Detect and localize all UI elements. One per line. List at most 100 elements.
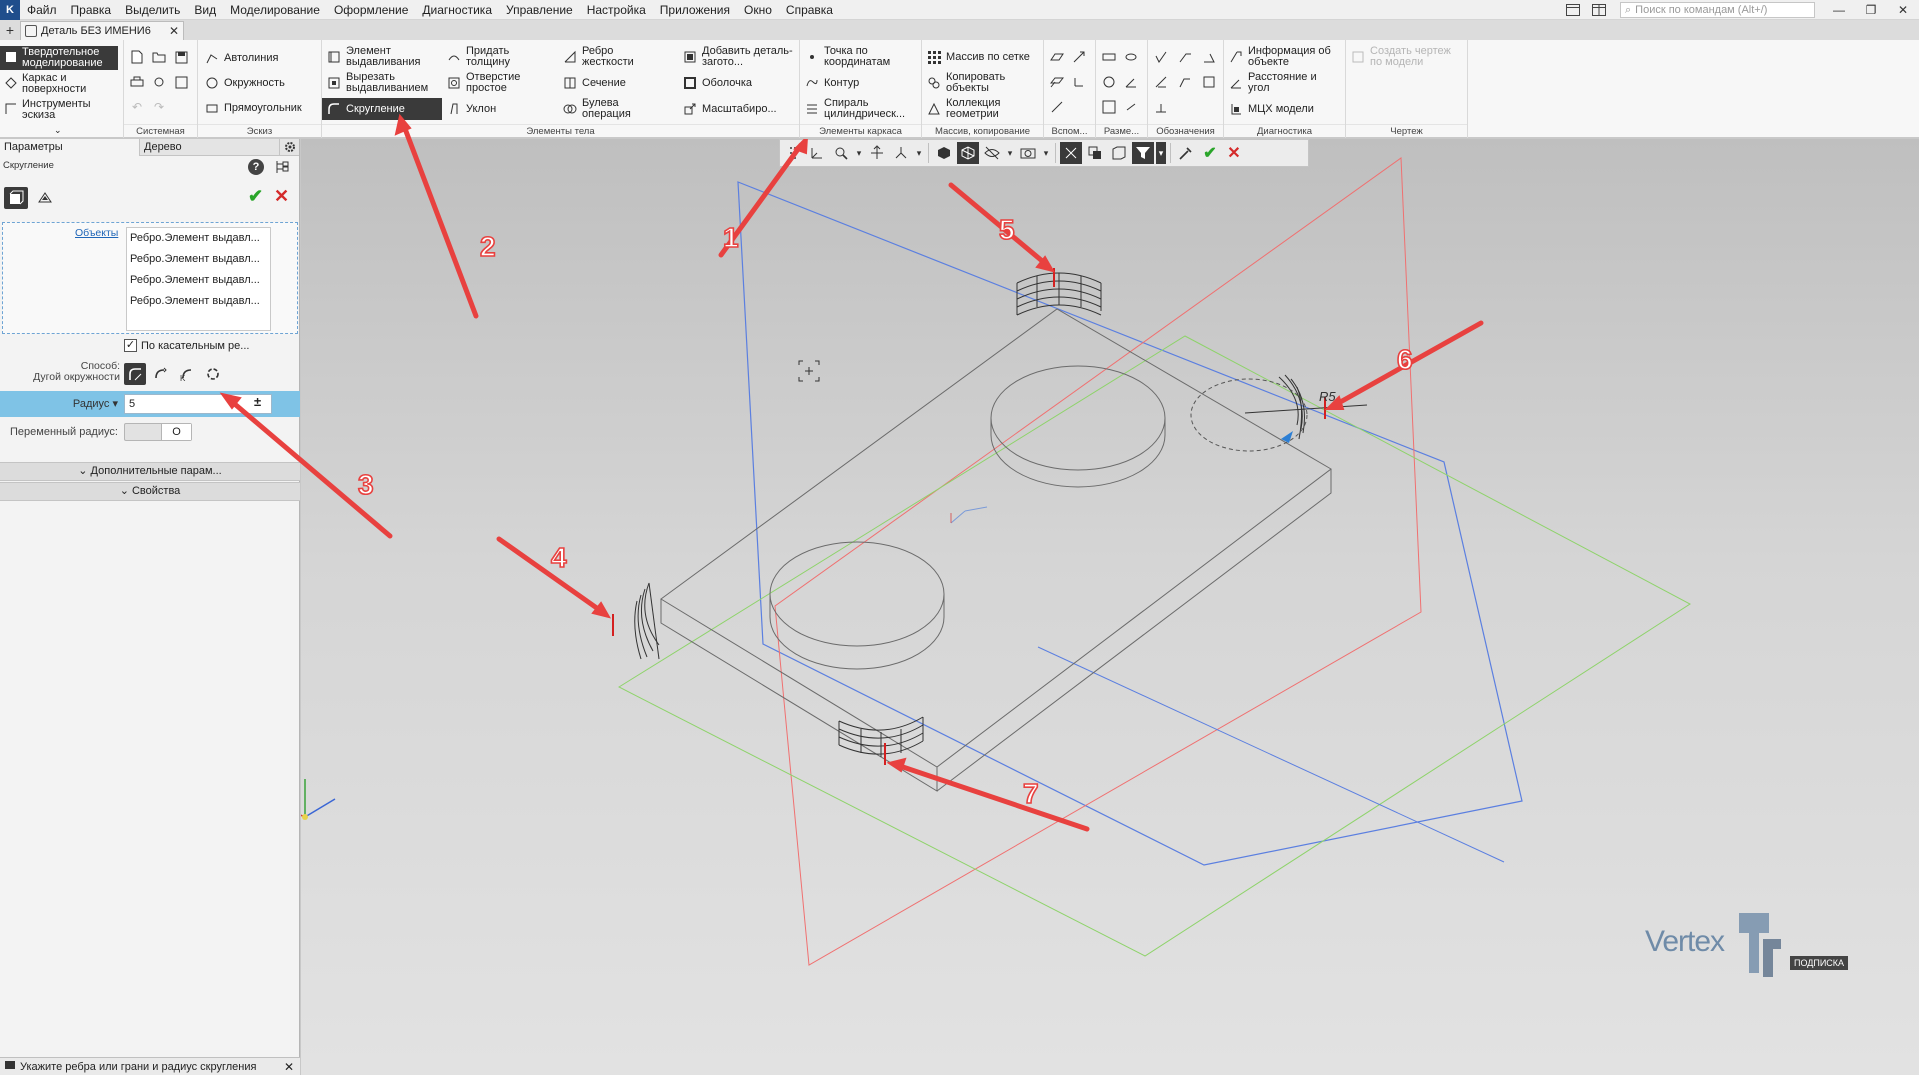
objects-link[interactable]: Объекты bbox=[75, 227, 118, 239]
method-conic-button[interactable]: K bbox=[176, 363, 198, 385]
radius-input[interactable]: 5 bbox=[124, 394, 272, 414]
grid-array-button[interactable]: Массив по сетке bbox=[926, 46, 1042, 68]
fillet-hatch-6[interactable] bbox=[1278, 374, 1305, 440]
copy-objects-button[interactable]: Копировать объекты bbox=[926, 72, 1042, 94]
aux-plane-icon[interactable] bbox=[1048, 48, 1066, 66]
top-plane[interactable] bbox=[617, 335, 1691, 957]
text-mark-icon[interactable] bbox=[1200, 73, 1218, 91]
cut-extrude-button[interactable]: Вырезать выдавливанием bbox=[326, 72, 442, 94]
method-curvature-button[interactable] bbox=[202, 363, 224, 385]
status-close-icon[interactable]: ✕ bbox=[284, 1060, 294, 1074]
create-drawing-button[interactable]: Создать чертеж по модели bbox=[1350, 46, 1466, 68]
restore-button[interactable]: ❐ bbox=[1855, 0, 1887, 20]
preview-icon[interactable] bbox=[150, 73, 168, 91]
close-tab-icon[interactable]: ✕ bbox=[169, 24, 179, 38]
cylindrical-spiral-button[interactable]: Спираль цилиндрическ... bbox=[804, 98, 920, 120]
boolean-button[interactable]: Булева операция bbox=[562, 98, 672, 120]
distance-angle-button[interactable]: Расстояние и угол bbox=[1228, 72, 1344, 94]
circle-button[interactable]: Окружность bbox=[204, 75, 285, 91]
menu-format[interactable]: Оформление bbox=[327, 0, 415, 20]
base-mark-icon[interactable] bbox=[1200, 48, 1218, 66]
additional-params-section[interactable]: ⌄ Дополнительные парам... bbox=[0, 462, 300, 481]
scale-button[interactable]: Масштабиро... bbox=[682, 98, 798, 120]
aux-offset-plane-icon[interactable] bbox=[1048, 73, 1066, 91]
object-info-button[interactable]: Информация об объекте bbox=[1228, 46, 1344, 68]
extrude-button[interactable]: Элемент выдавливания bbox=[326, 46, 442, 68]
close-window-button[interactable]: ✕ bbox=[1887, 0, 1919, 20]
diameter-dim-icon[interactable] bbox=[1122, 48, 1140, 66]
expand-modes-icon[interactable]: ⌄ bbox=[54, 125, 62, 136]
menu-file[interactable]: Файл bbox=[20, 0, 64, 20]
undo-icon[interactable]: ↶ bbox=[128, 98, 146, 116]
variable-radius-toggle[interactable]: O bbox=[124, 423, 192, 441]
tolerance-icon[interactable] bbox=[1152, 73, 1170, 91]
rib-button[interactable]: Ребро жесткости bbox=[562, 46, 672, 68]
fillet-hatch-4[interactable] bbox=[634, 582, 660, 660]
objects-selection-box[interactable]: Объекты Ребро.Элемент выдавл... Ребро.Эл… bbox=[2, 222, 298, 334]
rectangle-button[interactable]: Прямоугольник bbox=[204, 100, 302, 116]
tangent-edges-checkbox[interactable]: ✓ bbox=[124, 339, 137, 352]
linear-dim-icon[interactable] bbox=[1100, 48, 1118, 66]
radius-label[interactable]: Радиус ▾ bbox=[30, 397, 118, 410]
list-item[interactable]: Ребро.Элемент выдавл... bbox=[127, 270, 270, 291]
method-chord-button[interactable] bbox=[150, 363, 172, 385]
menu-settings[interactable]: Настройка bbox=[580, 0, 653, 20]
menu-apps[interactable]: Приложения bbox=[653, 0, 737, 20]
model-viewport[interactable]: ▾ ▾ ▾ ▾ ▾ ✔ ✕ R5 1 4 5 6 7 Vertex ПОДПИС… bbox=[301, 139, 1919, 1075]
mode-wireframe-surfaces[interactable]: Каркас и поверхности bbox=[0, 72, 118, 96]
mass-properties-button[interactable]: МЦХ модели bbox=[1228, 98, 1344, 120]
new-file-icon[interactable] bbox=[128, 48, 146, 66]
layout-single-icon[interactable] bbox=[1560, 0, 1586, 20]
mode-solid-modeling[interactable]: Твердотельное моделирование bbox=[0, 46, 118, 70]
menu-edit[interactable]: Правка bbox=[64, 0, 119, 20]
app-logo-icon[interactable]: K bbox=[0, 0, 20, 20]
face-mode-button[interactable] bbox=[34, 187, 56, 209]
menu-diagnostics[interactable]: Диагностика bbox=[415, 0, 499, 20]
tree-view-icon[interactable] bbox=[274, 159, 290, 175]
autoline-button[interactable]: Автолиния bbox=[204, 50, 278, 66]
menu-manage[interactable]: Управление bbox=[499, 0, 580, 20]
dim-table-icon[interactable] bbox=[1100, 98, 1118, 116]
geometry-collection-button[interactable]: Коллекция геометрии bbox=[926, 98, 1042, 120]
document-tab[interactable]: Деталь БЕЗ ИМЕНИ6 ✕ bbox=[20, 21, 184, 40]
minimize-button[interactable]: — bbox=[1823, 0, 1855, 20]
contour-button[interactable]: Контур bbox=[804, 72, 920, 94]
panel-settings-gear-icon[interactable] bbox=[281, 139, 299, 155]
confirm-checkmark-icon[interactable]: ✔ bbox=[248, 187, 266, 205]
save-as-icon[interactable] bbox=[172, 73, 190, 91]
dim-link-icon[interactable] bbox=[1122, 98, 1140, 116]
save-icon[interactable] bbox=[172, 48, 190, 66]
roughness-icon[interactable] bbox=[1152, 48, 1170, 66]
point-by-coords-button[interactable]: Точка по координатам bbox=[804, 46, 920, 68]
command-search-input[interactable]: ⌕ Поиск по командам (Alt+/) bbox=[1620, 2, 1815, 18]
simple-hole-button[interactable]: Отверстие простое bbox=[446, 72, 556, 94]
side-plane[interactable] bbox=[774, 157, 1422, 966]
weld-mark-icon[interactable] bbox=[1152, 98, 1170, 116]
aux-lcs-icon[interactable] bbox=[1070, 73, 1088, 91]
aux-axis-icon[interactable] bbox=[1070, 48, 1088, 66]
plus-minus-icon[interactable]: ± bbox=[254, 394, 261, 409]
help-icon[interactable]: ? bbox=[248, 159, 264, 175]
new-tab-button[interactable]: + bbox=[0, 20, 20, 40]
tab-tree[interactable]: Дерево bbox=[140, 139, 280, 156]
redo-icon[interactable]: ↷ bbox=[150, 98, 168, 116]
thicken-button[interactable]: Придать толщину bbox=[446, 46, 556, 68]
leader-icon[interactable] bbox=[1176, 48, 1194, 66]
tab-parameters[interactable]: Параметры bbox=[0, 139, 140, 156]
aux-line-icon[interactable] bbox=[1048, 98, 1066, 116]
draft-button[interactable]: Уклон bbox=[446, 98, 556, 120]
menu-help[interactable]: Справка bbox=[779, 0, 840, 20]
menu-modeling[interactable]: Моделирование bbox=[223, 0, 327, 20]
boss-right[interactable] bbox=[990, 365, 1166, 488]
list-item[interactable]: Ребро.Элемент выдавл... bbox=[127, 249, 270, 270]
radius-dropdown-icon[interactable]: ▾ bbox=[112, 398, 118, 410]
front-plane[interactable] bbox=[737, 181, 1523, 866]
cancel-x-icon[interactable]: ✕ bbox=[274, 187, 292, 205]
print-icon[interactable] bbox=[128, 73, 146, 91]
position-mark-icon[interactable] bbox=[1176, 73, 1194, 91]
section-button[interactable]: Сечение bbox=[562, 72, 672, 94]
mode-sketch-tools[interactable]: Инструменты эскиза bbox=[0, 98, 118, 122]
fillet-button[interactable]: Скругление bbox=[322, 98, 442, 120]
boss-left[interactable] bbox=[769, 541, 945, 670]
edge-mode-button[interactable] bbox=[4, 187, 28, 209]
